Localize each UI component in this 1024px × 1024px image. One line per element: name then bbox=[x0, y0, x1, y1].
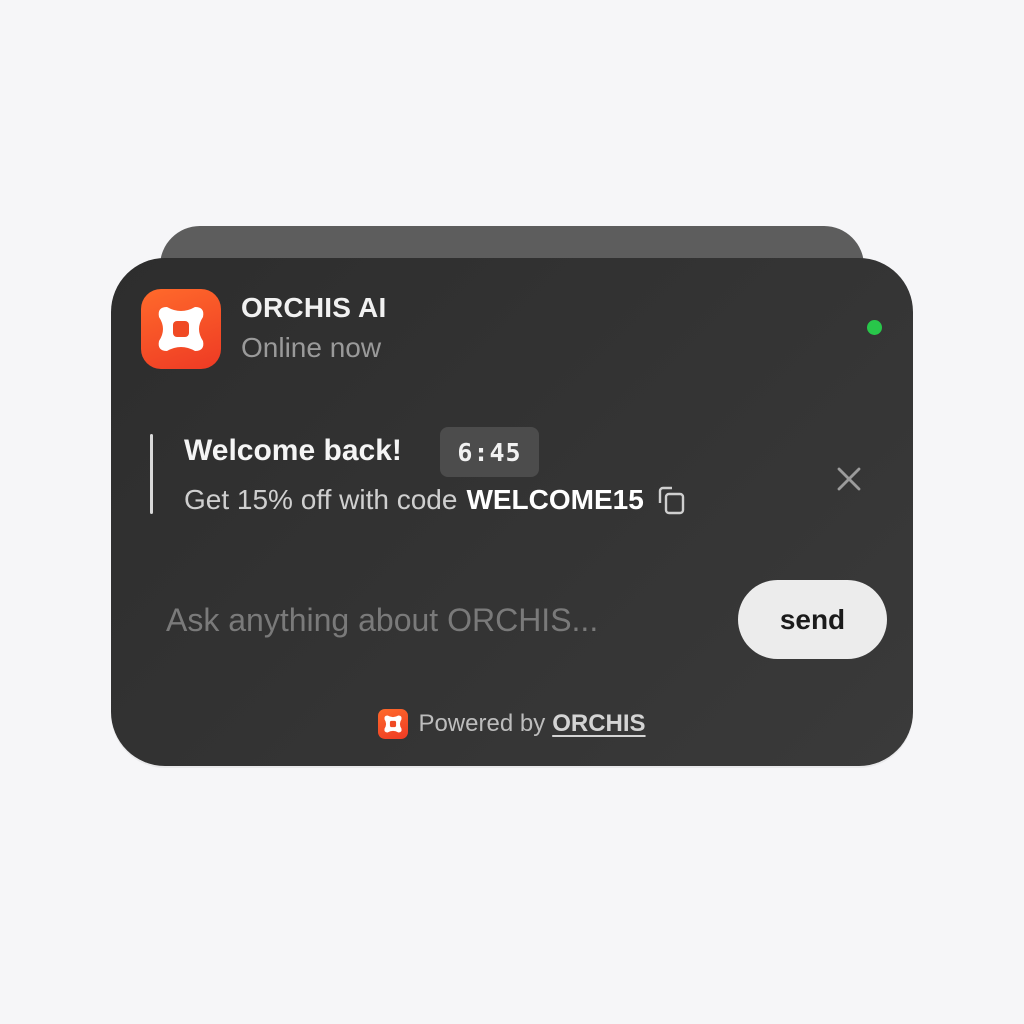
online-status-dot bbox=[867, 320, 882, 335]
online-status-text: Online now bbox=[241, 332, 382, 363]
orchis-logo-icon bbox=[141, 289, 221, 369]
send-button[interactable]: send bbox=[738, 580, 887, 659]
orchis-small-logo-icon bbox=[378, 709, 409, 739]
promo-message: Get 15% off with code WELCOME15 bbox=[184, 483, 688, 517]
powered-by-footer: Powered by ORCHIS bbox=[0, 709, 1024, 739]
copy-icon[interactable] bbox=[654, 483, 688, 517]
promo-text: Get 15% off with code bbox=[184, 484, 458, 515]
notice-accent-bar bbox=[150, 434, 153, 514]
chat-widget-stage: ORCHIS AI Online now Welcome back! 6:45 … bbox=[0, 0, 1024, 1024]
promo-code[interactable]: WELCOME15 bbox=[466, 484, 643, 516]
close-icon[interactable] bbox=[832, 462, 866, 496]
notice-title: Welcome back! bbox=[184, 434, 402, 467]
countdown-timer-badge: 6:45 bbox=[440, 427, 539, 477]
orchis-footer-link[interactable]: ORCHIS bbox=[552, 710, 645, 738]
app-name: ORCHIS AI bbox=[241, 292, 387, 323]
chat-message-input[interactable] bbox=[166, 596, 716, 644]
powered-by-text: Powered by bbox=[418, 710, 546, 737]
